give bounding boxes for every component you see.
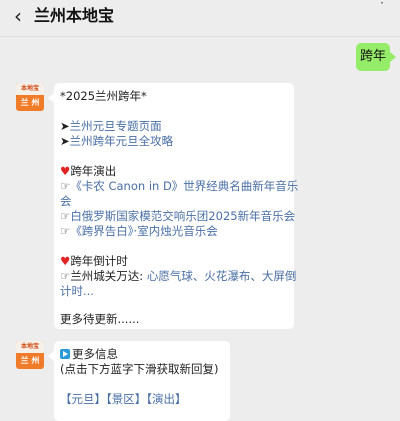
arrow-icon: ➤ [60, 134, 70, 148]
countdown-item-cont[interactable]: 计时... [60, 284, 94, 299]
link-yuandan-topic[interactable]: ➤兰州元旦专题页面 [60, 119, 162, 134]
more-info-text: 更多信息 [72, 347, 118, 361]
show-link[interactable]: 《跨界告白》·室内烛光音乐会 [70, 224, 217, 238]
bot-avatar[interactable]: 本地宝 兰 州 [16, 341, 44, 369]
countdown-prefix: 兰州城关万达: [70, 269, 147, 283]
arrow-icon: ➤ [60, 119, 70, 133]
avatar-bottom-text: 兰 州 [20, 356, 40, 365]
bot-reply-bubble: *2025兰州跨年* ➤兰州元旦专题页面 ➤兰州跨年元旦全攻略 ♥跨年演出 ☞《… [48, 83, 298, 329]
top-bar: ‹ 兰州本地宝 · [0, 0, 400, 37]
play-icon [60, 349, 70, 359]
section-title-text: 跨年倒计时 [70, 254, 128, 268]
countdown-item[interactable]: ☞兰州城关万达: 心愿气球、火花瀑布、大屏倒 [60, 269, 296, 284]
show-item-belarus[interactable]: ☞白俄罗斯国家模范交响乐团2025新年音乐会 [60, 209, 295, 224]
bot-reply-bubble-more: 更多信息 (点击下方蓝字下滑获取新回复) 【元旦】【景区】【演出】 [48, 341, 230, 421]
section-shows-title: ♥跨年演出 [60, 164, 116, 179]
countdown-link[interactable]: 心愿气球、火花瀑布、大屏倒 [147, 269, 297, 283]
avatar-bottom-text: 兰 州 [20, 98, 40, 107]
countdown-link-continued[interactable]: 计时... [60, 284, 94, 298]
show-link[interactable]: 《卡农 Canon in D》世界经典名曲新年音乐 [70, 179, 298, 193]
reply-heading: *2025兰州跨年* [60, 89, 147, 103]
keyword-yanchu[interactable]: 【演出】 [146, 392, 186, 406]
heart-icon: ♥ [60, 254, 71, 268]
pointing-hand-icon: ☞ [60, 224, 71, 238]
avatar-top-text: 本地宝 [16, 83, 44, 95]
keyword-jingqu[interactable]: 【景区】 [106, 392, 146, 406]
avatar-top-text: 本地宝 [16, 341, 44, 353]
section-title-text: 跨年演出 [70, 164, 117, 178]
show-link-continued[interactable]: 会 [60, 194, 72, 208]
show-item-canon-cont[interactable]: 会 [60, 194, 72, 209]
pointing-hand-icon: ☞ [60, 209, 71, 223]
chat-title: 兰州本地宝 [34, 6, 115, 25]
more-updates-text: 更多待更新...... [60, 312, 140, 326]
pointing-hand-icon: ☞ [60, 269, 71, 283]
bot-avatar[interactable]: 本地宝 兰 州 [16, 83, 44, 111]
show-item-canon[interactable]: ☞《卡农 Canon in D》世界经典名曲新年音乐 [60, 179, 298, 194]
pointing-hand-icon: ☞ [60, 179, 71, 193]
more-info-hint: (点击下方蓝字下滑获取新回复) [60, 362, 219, 376]
link-text[interactable]: 兰州元旦专题页面 [70, 119, 162, 133]
keyword-yuandan[interactable]: 【元旦】 [60, 392, 106, 406]
more-icon[interactable]: · [380, 0, 384, 10]
user-message-bubble[interactable]: 跨年 [356, 43, 396, 71]
keyword-links: 【元旦】【景区】【演出】 [60, 392, 187, 407]
link-text[interactable]: 兰州跨年元旦全攻略 [70, 134, 174, 148]
more-info-title: 更多信息 [60, 347, 118, 362]
show-item-candlelight[interactable]: ☞《跨界告白》·室内烛光音乐会 [60, 224, 218, 239]
section-countdown-title: ♥跨年倒计时 [60, 254, 128, 269]
back-icon[interactable]: ‹ [14, 6, 22, 26]
heart-icon: ♥ [60, 164, 71, 178]
link-kuanian-guide[interactable]: ➤兰州跨年元旦全攻略 [60, 134, 173, 149]
show-link[interactable]: 白俄罗斯国家模范交响乐团2025新年音乐会 [70, 209, 295, 223]
